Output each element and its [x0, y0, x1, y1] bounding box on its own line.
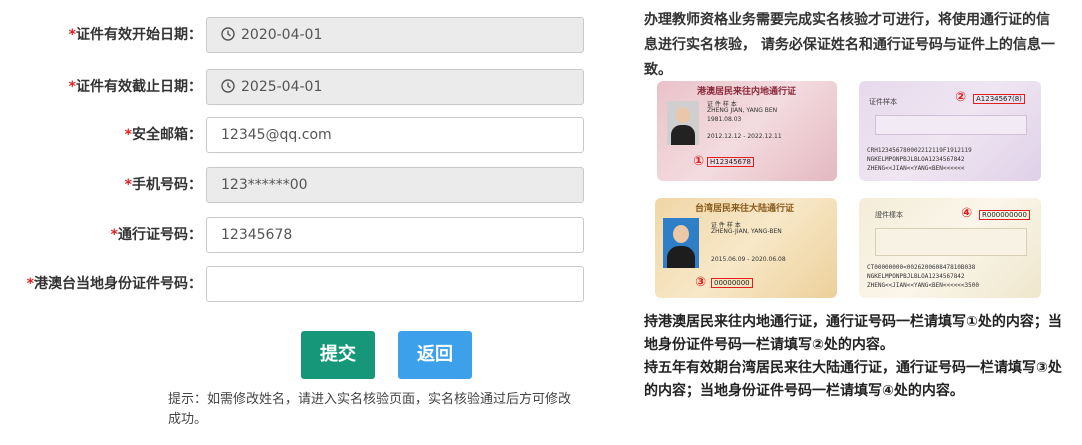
start-date-label: *证件有效开始日期：	[68, 27, 202, 43]
end-date-field[interactable]: 2025-04-01	[206, 69, 584, 105]
hk-front-line-4: 2012.12.12 - 2022.12.11	[707, 133, 782, 140]
tw-back-mrz-3: ZHENG<<JIAN<<YANG<BEN<<<<<<3500	[867, 282, 979, 289]
tw-back-number: R000000000	[979, 210, 1030, 220]
tw-back-text-block	[875, 228, 1027, 256]
hk-back-title: 证件样本	[869, 98, 897, 106]
note-hk: 持港澳居民来往内地通行证，通行证号码一栏请填写①处的内容；当地身份证件号码一栏请…	[644, 314, 1062, 353]
tw-permit-back-card: 證件樣本 ④ R000000000 CT00000000<00262006084…	[859, 198, 1041, 298]
local-id-input[interactable]	[221, 268, 561, 300]
end-date-label: *证件有效截止日期：	[68, 79, 202, 95]
row-start-date: *证件有效开始日期： 2020-04-01	[0, 17, 600, 53]
email-label: *安全邮箱：	[124, 127, 202, 143]
tw-front-photo	[663, 218, 699, 268]
hk-front-title: 港澳居民来往内地通行证	[697, 87, 797, 97]
marker-4: ④	[961, 206, 973, 221]
tw-back-mrz-1: CT00000000<002620060847810B038	[867, 264, 976, 271]
permit-number-input[interactable]	[221, 219, 561, 251]
hint-text: 提示：如需修改姓名，请进入实名核验页面，实名核验通过后方可修改成功。	[168, 392, 572, 427]
tw-permit-front-card: 台湾居民来往大陆通行证 证 件 样 本 ZHENG-JIAN, YANG-BEN…	[655, 198, 837, 298]
submit-button[interactable]: 提交	[301, 331, 375, 379]
hk-permit-back-card: 证件样本 ② A1234567(8) CRH123456780002212119…	[859, 81, 1041, 181]
start-date-value: 2020-04-01	[241, 27, 323, 43]
tw-front-line-2: ZHENG-JIAN, YANG-BEN	[711, 228, 782, 235]
start-date-field[interactable]: 2020-04-01	[206, 17, 584, 53]
permit-field-wrap	[206, 217, 584, 253]
phone-label: *手机号码：	[124, 177, 202, 193]
tw-front-line-3: 2015.06.09 - 2020.06.08	[711, 256, 786, 263]
hk-back-number: A1234567(8)	[973, 94, 1025, 104]
hk-permit-front-card: 港澳居民来往内地通行证 证 件 样 本 ZHENG JIAN, YANG BEN…	[657, 81, 837, 181]
row-phone: *手机号码： 123******00	[0, 167, 600, 203]
row-email: *安全邮箱：	[0, 117, 600, 153]
hk-back-mrz-3: ZHENG<<JIAN<<YANG<BEN<<<<<<	[867, 165, 965, 172]
clock-icon	[221, 26, 235, 41]
hk-back-text-block	[875, 115, 1027, 135]
phone-value: 123******00	[221, 177, 308, 193]
hk-back-mrz-2: NGKELMPONPBJLBLOA1234567842	[867, 156, 965, 163]
clock-icon	[221, 78, 235, 93]
hk-front-photo	[667, 101, 699, 145]
hk-back-mrz-1: CRH123456780002212119F1912119	[867, 147, 972, 154]
note-tw: 持五年有效期台湾居民来往大陆通行证，通行证号码一栏请填写③处的内容；当地身份证件…	[644, 360, 1062, 399]
back-button[interactable]: 返回	[398, 331, 472, 379]
end-date-value: 2025-04-01	[241, 79, 323, 95]
row-permit: *通行证号码：	[0, 217, 600, 253]
marker-3: ③	[695, 275, 707, 290]
side-notes: 持港澳居民来往内地通行证，通行证号码一栏请填写①处的内容；当地身份证件号码一栏请…	[644, 311, 1064, 403]
email-field-wrap	[206, 117, 584, 153]
row-local-id: *港澳台当地身份证件号码：	[0, 266, 600, 302]
hk-front-line-3: 1981.08.03	[707, 116, 742, 123]
email-input[interactable]	[221, 119, 561, 151]
local-id-label: *港澳台当地身份证件号码：	[26, 276, 202, 292]
side-intro: 办理教师资格业务需要完成实名核验才可进行，将使用通行证的信息进行实名核验， 请务…	[644, 12, 1055, 78]
hk-front-line-2: ZHENG JIAN, YANG BEN	[707, 107, 778, 114]
tw-front-number: 00000000	[711, 278, 753, 288]
marker-1: ①	[693, 154, 705, 169]
tw-back-mrz-2: NGKELMPONPBJLBLOA1234567842	[867, 273, 965, 280]
phone-field[interactable]: 123******00	[206, 167, 584, 203]
hk-front-number: H12345678	[707, 157, 754, 167]
local-id-field-wrap	[206, 266, 584, 302]
permit-label: *通行证号码：	[110, 227, 202, 243]
tw-back-title: 證件樣本	[875, 211, 903, 219]
tw-front-title: 台湾居民来往大陆通行证	[695, 204, 795, 214]
row-end-date: *证件有效截止日期： 2025-04-01	[0, 69, 600, 105]
marker-2: ②	[955, 90, 967, 105]
